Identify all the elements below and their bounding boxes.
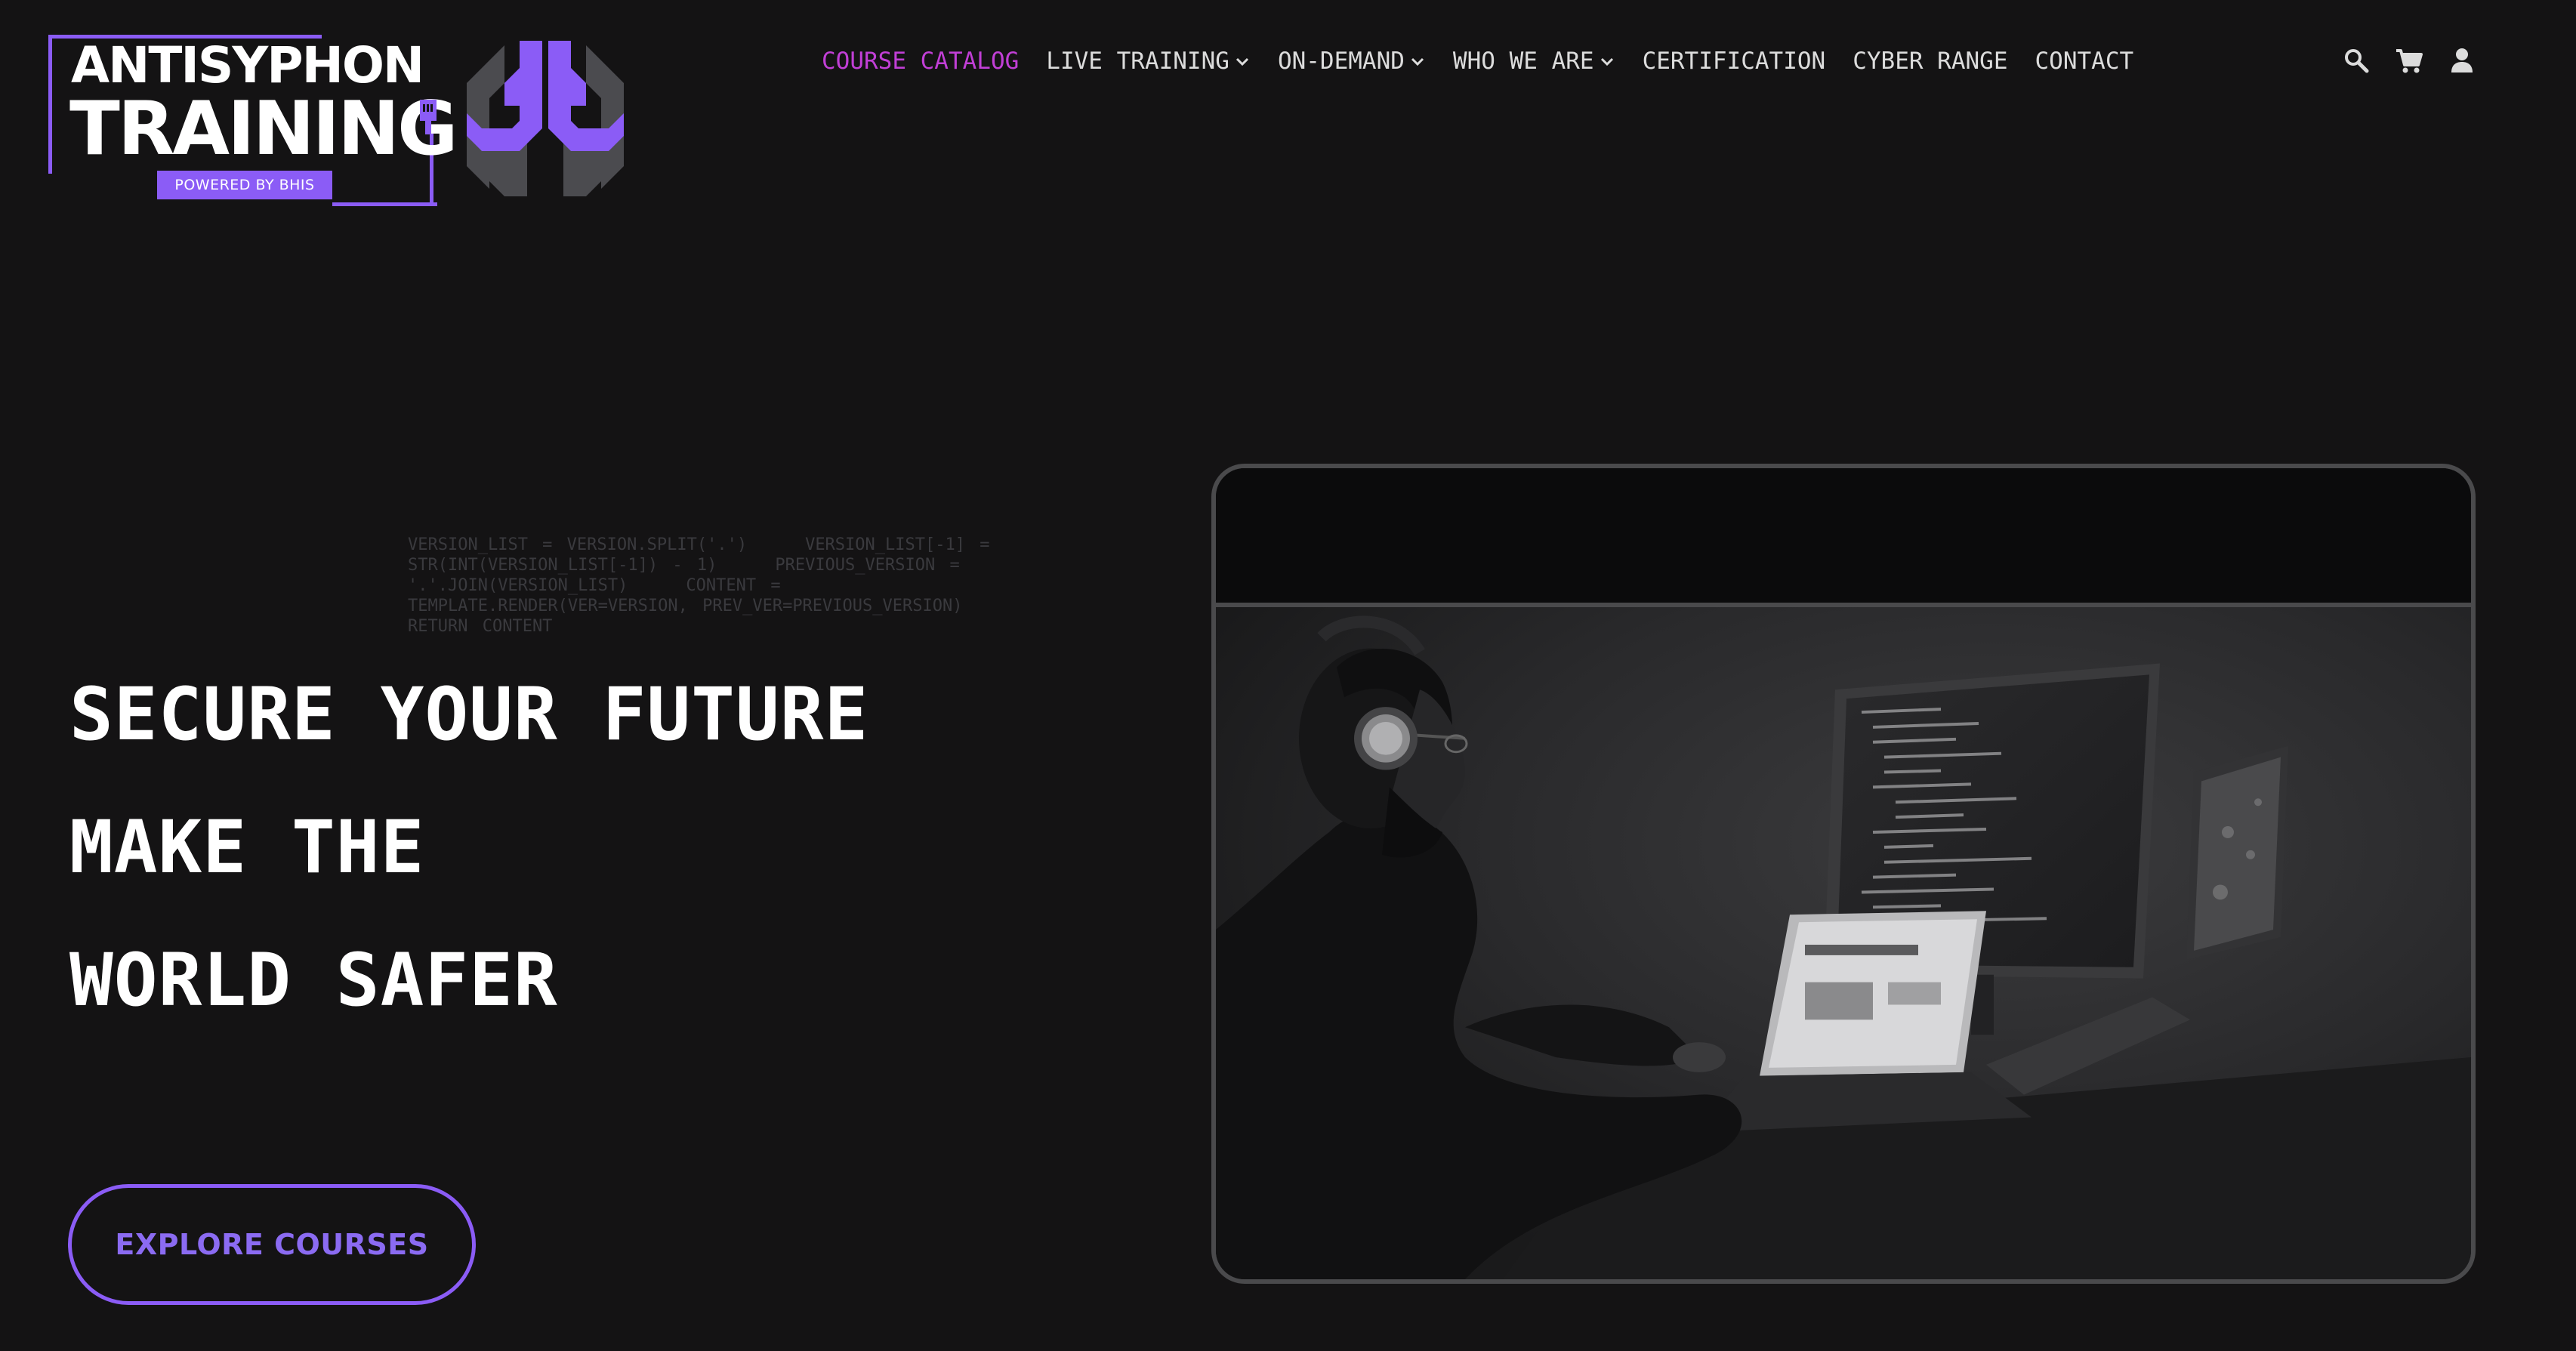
nav-label: CERTIFICATION	[1642, 48, 1826, 75]
hero-video-image	[1216, 607, 2471, 1279]
logo-frame-bottom	[332, 202, 437, 206]
nav-label: WHO WE ARE	[1452, 48, 1594, 75]
nav-contact[interactable]: CONTACT	[2035, 48, 2134, 75]
header-actions	[2341, 45, 2477, 76]
nav-on-demand[interactable]: ON-DEMAND	[1278, 48, 1426, 75]
ethernet-plug-icon	[420, 100, 437, 134]
chevron-down-icon	[1411, 57, 1424, 66]
nav-label: CONTACT	[2035, 48, 2134, 75]
hero-headline-line1: SECURE YOUR FUTURE	[69, 672, 869, 757]
chevron-down-icon	[1236, 57, 1248, 66]
nav-label: LIVE TRAINING	[1046, 48, 1229, 75]
hero-headline-line2: MAKE THE	[69, 805, 425, 890]
code-snippet-background: VERSION_LIST = VERSION.SPLIT('.') VERSIO…	[408, 535, 1021, 636]
nav-label: ON-DEMAND	[1277, 48, 1405, 75]
nav-label: COURSE CATALOG	[822, 48, 1020, 75]
search-icon[interactable]	[2341, 45, 2371, 76]
main-nav: COURSE CATALOG LIVE TRAINING ON-DEMAND W…	[822, 42, 2133, 80]
logo-wordmark-line2: TRAINING	[69, 86, 458, 172]
logo-badge: POWERED BY BHIS	[157, 171, 332, 199]
user-icon[interactable]	[2447, 45, 2477, 76]
video-card-header	[1216, 468, 2471, 607]
chevron-down-icon	[1600, 57, 1613, 66]
nav-certification[interactable]: CERTIFICATION	[1643, 48, 1826, 75]
cart-icon[interactable]	[2394, 45, 2424, 76]
nav-live-training[interactable]: LIVE TRAINING	[1046, 48, 1251, 75]
nav-cyber-range[interactable]: CYBER RANGE	[1853, 48, 2007, 75]
logo-wordmark-line1: ANTISYPHON	[71, 36, 424, 94]
nav-who-we-are[interactable]: WHO WE ARE	[1453, 48, 1615, 75]
nav-course-catalog[interactable]: COURSE CATALOG	[822, 48, 1019, 75]
hero-video-card[interactable]	[1211, 464, 2476, 1284]
brand-mark-icon	[467, 41, 624, 196]
explore-courses-button[interactable]: EXPLORE COURSES	[68, 1184, 476, 1305]
hero-video[interactable]	[1216, 607, 2471, 1279]
nav-label: CYBER RANGE	[1853, 48, 2008, 75]
hero-headline-line3: WORLD SAFER	[69, 938, 558, 1023]
site-logo[interactable]: ANTISYPHON TRAINING POWERED BY BHIS	[45, 32, 634, 206]
